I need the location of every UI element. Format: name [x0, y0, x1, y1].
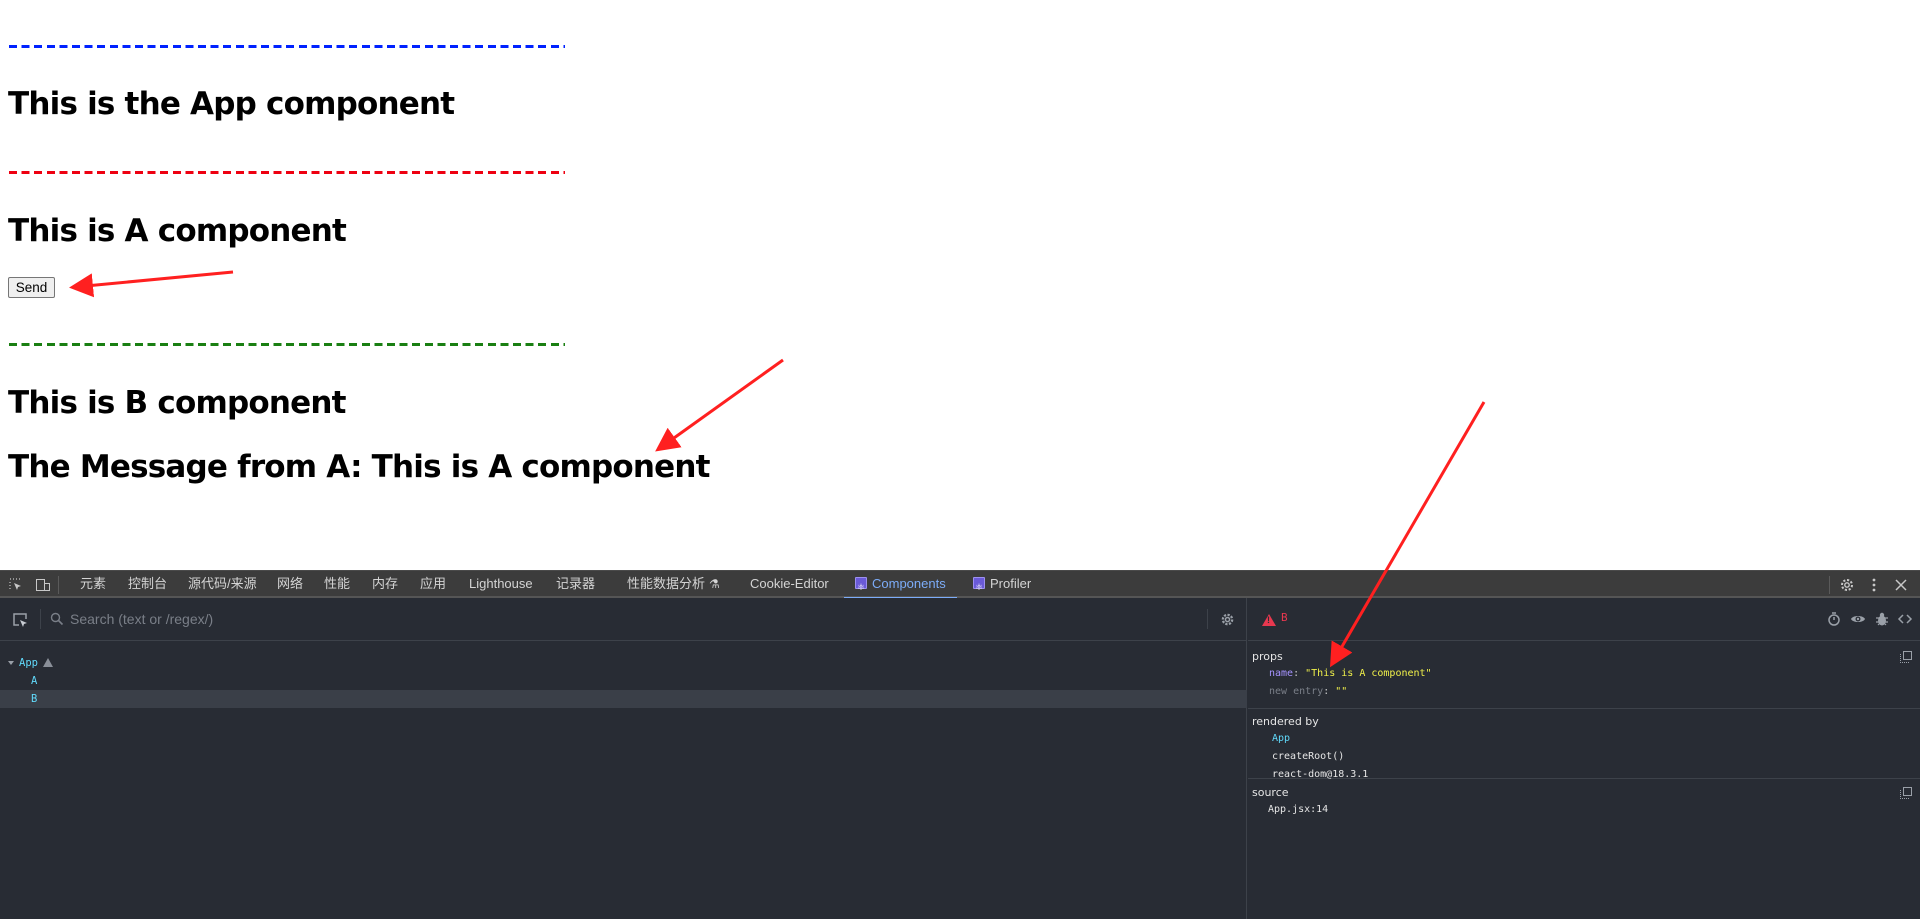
tab-performance[interactable]: 性能	[324, 571, 350, 597]
settings-gear-icon[interactable]	[1839, 577, 1855, 593]
component-details-panel: B props name: "This is A component"	[1248, 598, 1920, 919]
stopwatch-icon[interactable]	[1826, 611, 1842, 627]
details-header: B	[1248, 598, 1920, 641]
source-location[interactable]: App.jsx:14	[1268, 804, 1328, 815]
b-separator	[9, 343, 565, 346]
tab-sources[interactable]: 源代码/来源	[188, 571, 257, 597]
rendered-by-item[interactable]: App	[1272, 733, 1290, 744]
b-heading: This is B component	[8, 385, 346, 421]
message-heading: The Message from A: This is A component	[8, 449, 710, 485]
rendered-by-section: rendered by App createRoot() react-dom@1…	[1248, 709, 1920, 780]
tab-application[interactable]: 应用	[420, 571, 446, 597]
tree-row-a[interactable]: A	[0, 672, 1247, 690]
warning-icon	[1262, 614, 1276, 626]
prop-value[interactable]: ""	[1335, 686, 1347, 697]
component-label: App	[19, 657, 38, 669]
prop-row-new-entry[interactable]: new entry: ""	[1269, 686, 1347, 697]
prop-row-name[interactable]: name: "This is A component"	[1269, 668, 1432, 679]
more-options-icon[interactable]	[1866, 577, 1882, 593]
component-name: App	[19, 654, 53, 672]
send-button[interactable]: Send	[8, 277, 55, 298]
props-section: props name: "This is A component" new en…	[1248, 641, 1920, 709]
tabbar-divider	[58, 576, 59, 594]
selected-component-name: B	[1281, 611, 1288, 624]
close-icon[interactable]	[1893, 577, 1909, 593]
a-separator	[9, 171, 565, 174]
flask-icon: ⚗	[709, 577, 720, 591]
react-icon	[855, 574, 867, 600]
component-tree-panel: App A B	[0, 598, 1247, 919]
tab-performance-insights[interactable]: 性能数据分析 ⚗	[627, 571, 720, 597]
rendered-by-title: rendered by	[1252, 715, 1319, 728]
tab-console[interactable]: 控制台	[128, 571, 167, 597]
settings-gear-icon[interactable]	[1220, 612, 1235, 627]
component-name: A	[31, 675, 38, 687]
tree-toolbar	[0, 598, 1247, 641]
copy-icon[interactable]	[1900, 786, 1912, 799]
component-search-input[interactable]	[70, 607, 1190, 631]
tab-label: Profiler	[990, 576, 1032, 591]
eye-icon[interactable]	[1850, 611, 1866, 627]
copy-icon[interactable]	[1900, 650, 1912, 663]
devtools-tabbar: 元素 控制台 源代码/来源 网络 性能 内存 应用 Lighthouse 记录器…	[0, 570, 1920, 600]
tab-label: Components	[872, 576, 946, 591]
tab-label: 性能数据分析	[627, 576, 706, 591]
tab-elements[interactable]: 元素	[80, 571, 106, 597]
tab-lighthouse[interactable]: Lighthouse	[469, 571, 533, 597]
expand-caret-icon[interactable]	[8, 661, 14, 665]
tree-row-app[interactable]: App	[0, 654, 1247, 672]
prop-key: new entry	[1269, 686, 1324, 697]
select-element-icon[interactable]	[11, 611, 29, 629]
tab-recorder[interactable]: 记录器	[556, 571, 595, 597]
a-heading: This is A component	[8, 213, 347, 249]
bug-icon[interactable]	[1874, 611, 1890, 627]
tab-cookie-editor[interactable]: Cookie-Editor	[750, 571, 829, 597]
warning-icon	[42, 658, 53, 667]
tab-memory[interactable]: 内存	[372, 571, 398, 597]
toolbar-divider	[40, 609, 41, 629]
app-heading: This is the App component	[8, 86, 455, 122]
tree-row-b[interactable]: B	[0, 690, 1247, 708]
source-section: source App.jsx:14	[1248, 779, 1920, 819]
component-name: B	[31, 693, 38, 705]
tabbar-divider	[1829, 576, 1830, 594]
rendered-by-item: createRoot()	[1272, 751, 1345, 762]
source-title: source	[1252, 786, 1289, 799]
props-title: props	[1252, 650, 1283, 663]
page-viewport: This is the App component This is A comp…	[0, 0, 1920, 570]
tab-network[interactable]: 网络	[277, 571, 303, 597]
tab-profiler[interactable]: Profiler	[973, 571, 1032, 600]
app-separator	[9, 45, 565, 48]
prop-value[interactable]: "This is A component"	[1305, 668, 1431, 679]
tab-components[interactable]: Components	[844, 571, 957, 600]
device-toolbar-icon[interactable]	[35, 577, 51, 593]
toolbar-divider	[1207, 609, 1208, 629]
view-source-icon[interactable]	[1897, 611, 1913, 627]
search-icon	[50, 612, 64, 626]
inspect-element-icon[interactable]	[8, 577, 24, 593]
react-icon	[973, 574, 985, 600]
devtools-panel: 元素 控制台 源代码/来源 网络 性能 内存 应用 Lighthouse 记录器…	[0, 570, 1920, 919]
prop-key: name	[1269, 668, 1294, 679]
